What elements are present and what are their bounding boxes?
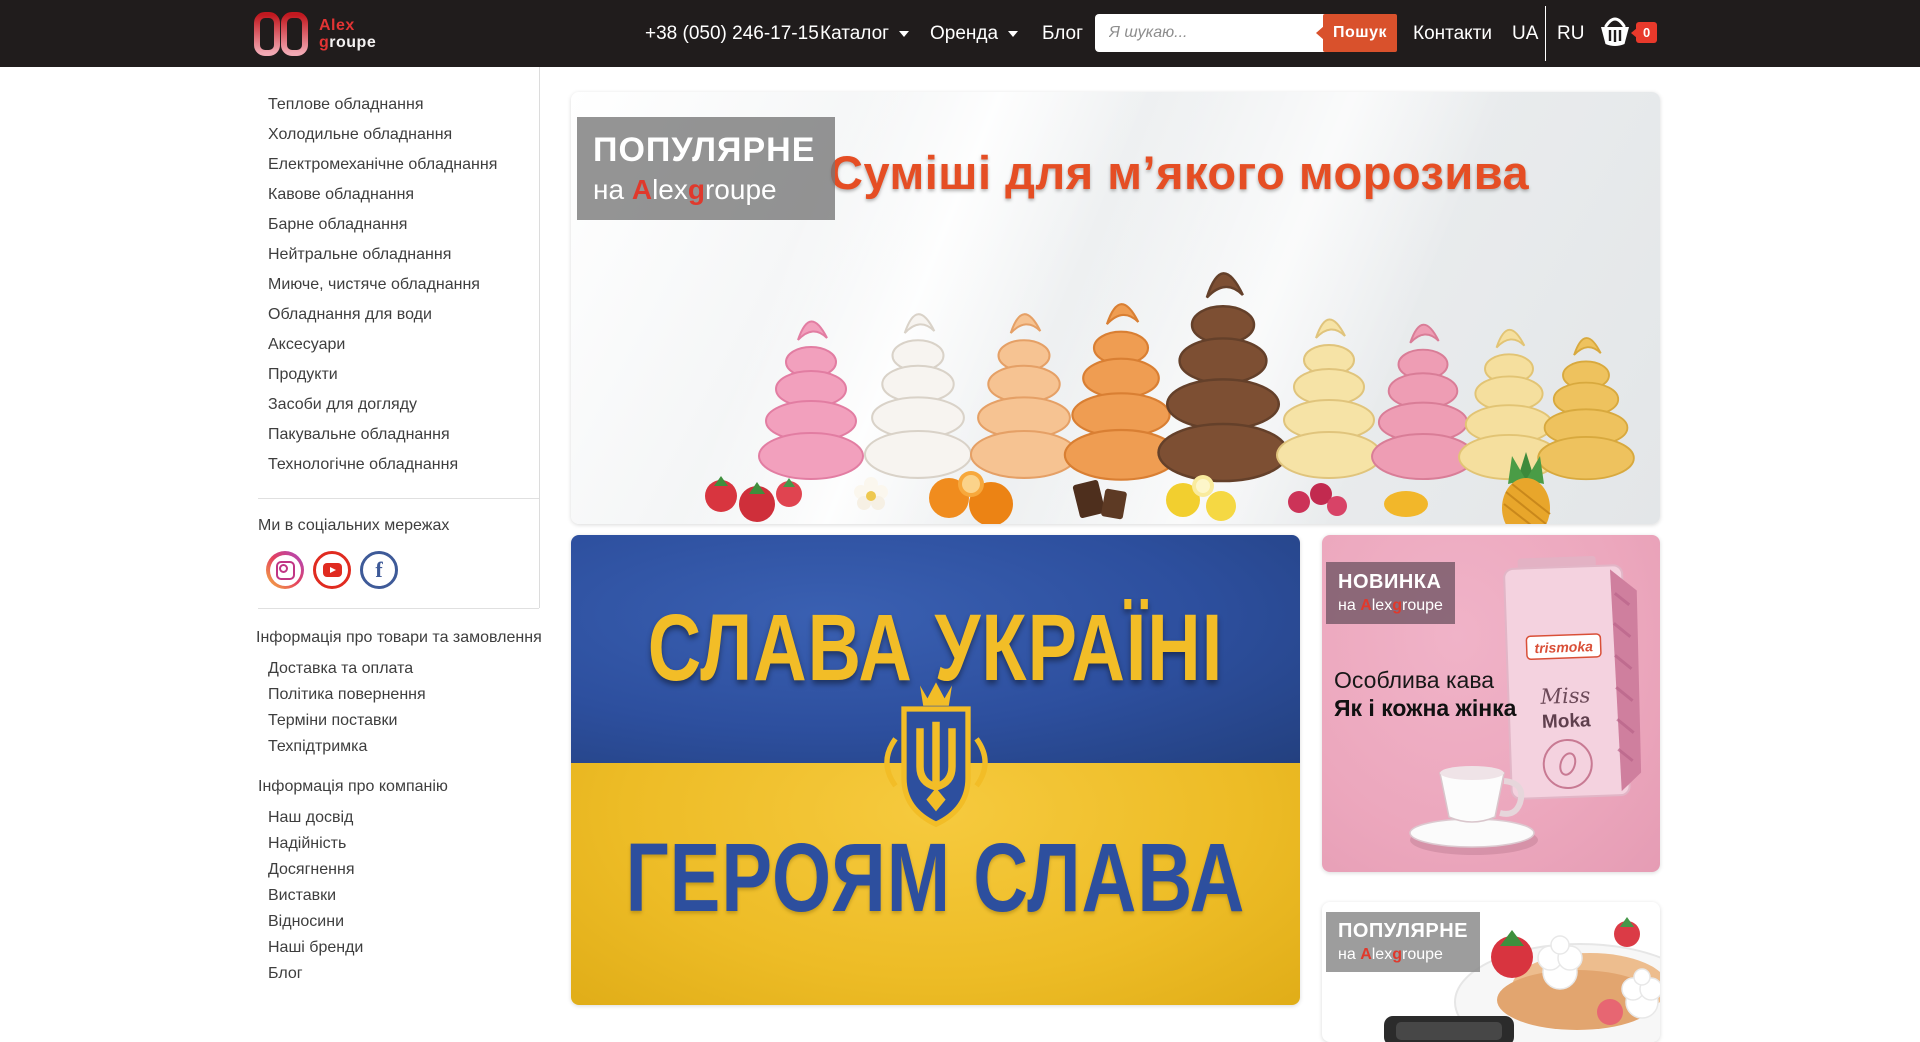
sidebar-link-delivery[interactable]: Доставка та оплата xyxy=(268,656,426,682)
sidebar-category[interactable]: Барне обладнання xyxy=(268,210,497,240)
hero-badge: ПОПУЛЯРНЕ на Alexgroupe xyxy=(577,117,835,220)
facebook-icon[interactable] xyxy=(360,551,398,589)
sidebar-category[interactable]: Аксесуари xyxy=(268,330,497,360)
hero-title: Суміші для м’якого морозива xyxy=(829,145,1529,200)
youtube-play-glyph xyxy=(323,563,342,577)
site-logo[interactable]: Alex groupe xyxy=(253,11,376,57)
youtube-icon[interactable] xyxy=(313,551,351,589)
chevron-down-icon xyxy=(1008,31,1018,37)
sidebar-link-support[interactable]: Техпідтримка xyxy=(268,734,426,760)
sidebar-link-relations[interactable]: Відносини xyxy=(268,909,363,935)
sidebar-category[interactable]: Обладнання для води xyxy=(268,300,497,330)
sidebar-divider xyxy=(258,608,539,609)
search-bar: Пошук xyxy=(1095,14,1397,52)
sidebar-link-terms[interactable]: Терміни поставки xyxy=(268,708,426,734)
search-input[interactable] xyxy=(1095,14,1331,52)
svg-text:trismoka: trismoka xyxy=(1534,638,1593,656)
svg-text:Miss: Miss xyxy=(1539,683,1591,709)
hero-banner-icecream[interactable]: ПОПУЛЯРНЕ на Alexgroupe Суміші для м’яко… xyxy=(571,92,1660,524)
icecream-illustration xyxy=(571,214,1660,524)
coffee-banner[interactable]: trismoka Miss Moka НОВИНКА на Alexgroupe… xyxy=(1322,535,1660,872)
orders-links: Доставка та оплата Політика повернення Т… xyxy=(268,656,426,760)
ukraine-coat-of-arms xyxy=(870,677,1002,837)
sidebar-link-blog[interactable]: Блог xyxy=(268,961,363,987)
sidebar-category[interactable]: Технологічне обладнання xyxy=(268,450,497,480)
svg-text:Moka: Moka xyxy=(1542,710,1592,733)
nav-catalog[interactable]: Каталог xyxy=(820,23,909,45)
sidebar-category[interactable]: Миюче, чистяче обладнання xyxy=(268,270,497,300)
logo-monogram-icon xyxy=(253,11,309,57)
chevron-down-icon xyxy=(899,31,909,37)
company-links: Наш досвід Надійність Досягнення Виставк… xyxy=(268,805,363,987)
coffee-text-line2: Як і кожна жінка xyxy=(1334,695,1516,722)
popular-badge: ПОПУЛЯРНЕ на Alexgroupe xyxy=(1326,912,1480,972)
cart-button[interactable]: 0 xyxy=(1598,16,1660,52)
cart-count-badge: 0 xyxy=(1636,22,1657,43)
ukraine-slogan-line2: ГЕРОЯМ СЛАВА xyxy=(571,823,1300,934)
sidebar-link-achievements[interactable]: Досягнення xyxy=(268,857,363,883)
coffee-text-line1: Особлива кава xyxy=(1334,667,1494,694)
sidebar-link-returns[interactable]: Політика повернення xyxy=(268,682,426,708)
header-phone[interactable]: +38 (050) 246-17-15 xyxy=(645,23,819,45)
category-menu: Теплове обладнання Холодильне обладнання… xyxy=(268,90,497,480)
sidebar-category[interactable]: Холодильне обладнання xyxy=(268,120,497,150)
top-header: Alex groupe +38 (050) 246-17-15 Каталог … xyxy=(0,0,1920,67)
sidebar-link-experience[interactable]: Наш досвід xyxy=(268,805,363,831)
social-section-title: Ми в соціальних мережах xyxy=(258,517,449,535)
sidebar-category[interactable]: Електромеханічне обладнання xyxy=(268,150,497,180)
sidebar-link-exhibitions[interactable]: Виставки xyxy=(268,883,363,909)
sidebar-category[interactable]: Засоби для догляду xyxy=(268,390,497,420)
popular-dessert-banner[interactable]: ПОПУЛЯРНЕ на Alexgroupe xyxy=(1322,902,1660,1042)
cart-basket-icon xyxy=(1598,16,1632,48)
logo-wordmark: Alex groupe xyxy=(319,17,376,51)
sidebar-category[interactable]: Теплове обладнання xyxy=(268,90,497,120)
facebook-f-glyph xyxy=(375,557,382,583)
instagram-icon[interactable] xyxy=(266,551,304,589)
lang-ua-button[interactable]: UA xyxy=(1512,23,1538,45)
lang-ru-button[interactable]: RU xyxy=(1557,23,1584,45)
sidebar-category[interactable]: Нейтральне обладнання xyxy=(268,240,497,270)
sidebar-vertical-divider xyxy=(539,67,540,608)
lang-divider xyxy=(1545,6,1546,61)
company-section-title: Інформація про компанію xyxy=(258,778,448,796)
nav-rent[interactable]: Оренда xyxy=(930,23,1018,45)
sidebar-category[interactable]: Пакувальне обладнання xyxy=(268,420,497,450)
nav-blog[interactable]: Блог xyxy=(1042,23,1083,45)
search-button[interactable]: Пошук xyxy=(1323,14,1397,52)
orders-section-title: Інформація про товари та замовлення xyxy=(256,629,542,647)
sidebar-category[interactable]: Продукти xyxy=(268,360,497,390)
sidebar-link-reliability[interactable]: Надійність xyxy=(268,831,363,857)
social-links xyxy=(266,551,398,589)
nav-contacts[interactable]: Контакти xyxy=(1413,23,1492,45)
instagram-camera-glyph xyxy=(270,555,301,586)
sidebar-link-brands[interactable]: Наші бренди xyxy=(268,935,363,961)
sidebar-category[interactable]: Кавове обладнання xyxy=(268,180,497,210)
sidebar-divider xyxy=(258,498,539,499)
coffee-badge: НОВИНКА на Alexgroupe xyxy=(1326,562,1455,624)
ukraine-banner[interactable]: СЛАВА УКРАЇНІ ГЕРОЯМ СЛАВА xyxy=(571,535,1300,1005)
